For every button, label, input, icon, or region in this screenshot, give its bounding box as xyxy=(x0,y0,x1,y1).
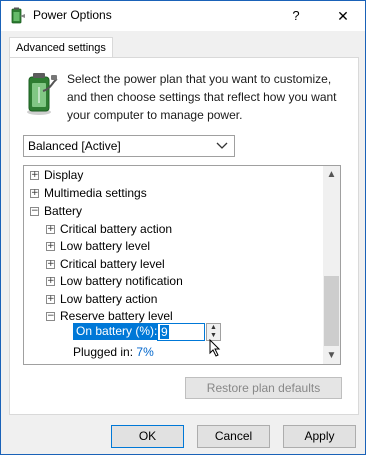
chevron-down-icon xyxy=(216,142,228,149)
tree-item-multimedia[interactable]: + Multimedia settings xyxy=(30,185,147,202)
on-battery-input[interactable]: 9 xyxy=(157,323,205,341)
tree-item-label: Critical battery level xyxy=(60,257,165,271)
tree-item-low-battery-action[interactable]: + Low battery action xyxy=(46,291,157,308)
expand-icon[interactable]: + xyxy=(46,242,55,252)
cancel-button[interactable]: Cancel xyxy=(197,425,270,448)
tree-item-label: Display xyxy=(44,168,84,182)
tree-item-display[interactable]: + Display xyxy=(30,167,83,184)
collapse-icon[interactable]: − xyxy=(30,207,39,217)
tree-item-label: Reserve battery level xyxy=(60,309,173,323)
tree-item-label: Low battery action xyxy=(60,292,158,306)
expand-icon[interactable]: + xyxy=(46,295,55,305)
power-plan-value: Balanced [Active] xyxy=(28,139,121,153)
tree-item-low-battery-level[interactable]: + Low battery level xyxy=(46,238,150,255)
expand-icon[interactable]: + xyxy=(46,277,55,287)
tab-advanced-settings[interactable]: Advanced settings xyxy=(9,37,113,58)
expand-icon[interactable]: + xyxy=(30,171,39,181)
restore-defaults-button[interactable]: Restore plan defaults xyxy=(185,377,342,399)
intro-line: your computer to manage power. xyxy=(67,108,243,122)
scrollbar-thumb[interactable] xyxy=(324,276,339,346)
tree-item-low-battery-notification[interactable]: + Low battery notification xyxy=(46,273,183,290)
title-bar[interactable]: Power Options ? ✕ xyxy=(1,1,365,31)
tree-item-critical-battery-action[interactable]: + Critical battery action xyxy=(46,221,172,238)
tree-scrollbar[interactable]: ▲ ▼ xyxy=(323,166,340,364)
expand-icon[interactable]: + xyxy=(46,260,55,270)
spin-up-icon[interactable]: ▲ xyxy=(207,324,220,332)
tree-item-label: Low battery notification xyxy=(60,274,183,288)
mouse-pointer-icon xyxy=(209,339,221,357)
scroll-up-icon[interactable]: ▲ xyxy=(323,166,340,183)
tree-item-critical-battery-level[interactable]: + Critical battery level xyxy=(46,256,165,273)
intro-line: and then choose settings that reflect ho… xyxy=(67,90,337,104)
plugged-in-row[interactable]: Plugged in: 7% xyxy=(73,344,154,361)
tree-item-label: Battery xyxy=(44,204,83,218)
help-button[interactable]: ? xyxy=(281,1,311,31)
plugged-in-value[interactable]: 7% xyxy=(136,345,153,359)
intro-description: Select the power plan that you want to c… xyxy=(67,70,347,124)
expand-icon[interactable]: + xyxy=(46,225,55,235)
power-options-window: Power Options ? ✕ Advanced settings Sele… xyxy=(0,0,366,455)
apply-button[interactable]: Apply xyxy=(283,425,356,448)
window-title: Power Options xyxy=(33,8,112,22)
intro-line: Select the power plan that you want to c… xyxy=(67,72,332,86)
tree-item-label: Low battery level xyxy=(60,239,151,253)
tree-item-label: Multimedia settings xyxy=(44,186,147,200)
close-button[interactable]: ✕ xyxy=(323,1,363,31)
plugged-in-label: Plugged in: xyxy=(73,345,134,359)
ok-button[interactable]: OK xyxy=(111,425,184,448)
battery-plug-icon xyxy=(27,73,58,115)
scroll-down-icon[interactable]: ▼ xyxy=(323,347,340,364)
expand-icon[interactable]: + xyxy=(30,189,39,199)
collapse-icon[interactable]: − xyxy=(46,312,55,322)
tree-item-label: Critical battery action xyxy=(60,222,173,236)
power-plan-select[interactable]: Balanced [Active] xyxy=(23,135,235,157)
tree-item-battery[interactable]: − Battery xyxy=(30,203,82,220)
on-battery-label: On battery (%): xyxy=(73,323,161,340)
on-battery-value: 9 xyxy=(160,325,169,339)
power-options-icon xyxy=(11,7,25,24)
